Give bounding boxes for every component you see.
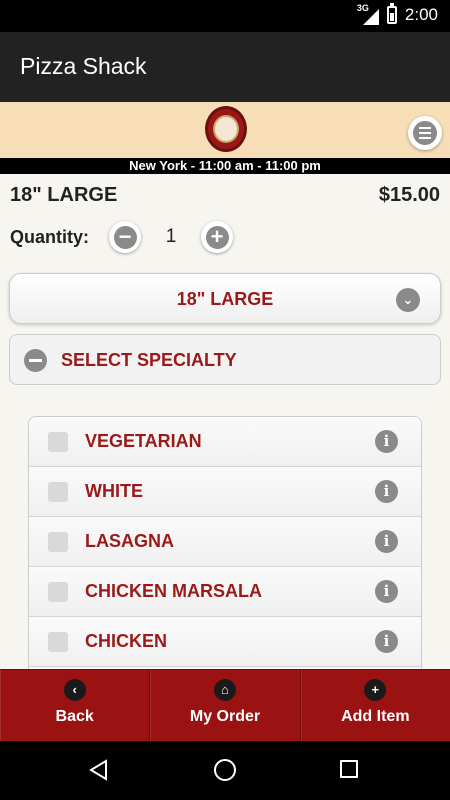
specialty-label: CHICKEN MARSALA (85, 581, 262, 601)
specialty-label: LASAGNA (85, 531, 174, 551)
app-bar: Pizza Shack (0, 32, 450, 102)
plus-icon: + (364, 679, 387, 701)
app-title: Pizza Shack (20, 53, 147, 79)
back-label: Back (55, 708, 94, 725)
specialty-checkbox[interactable] (48, 432, 68, 452)
list-item[interactable]: WHITE i (29, 467, 421, 517)
info-icon[interactable]: i (375, 430, 398, 453)
menu-icon (413, 121, 437, 145)
specialty-label: WHITE (85, 481, 143, 501)
plus-icon: + (205, 225, 229, 249)
quantity-value: 1 (165, 226, 177, 247)
status-bar: 3G 2:00 (0, 0, 450, 32)
item-size-title: 18" LARGE (10, 184, 118, 206)
chevron-left-icon: ‹ (63, 679, 86, 701)
specialty-checkbox[interactable] (48, 632, 68, 652)
size-dropdown[interactable]: 18" LARGE ⌄ (9, 273, 441, 324)
add-item-button[interactable]: + Add Item (301, 670, 450, 741)
list-item[interactable]: LASAGNA i (29, 517, 421, 567)
increase-quantity-button[interactable]: + (201, 221, 233, 253)
bottom-action-bar: ‹ Back ⌂ My Order + Add Item (0, 669, 450, 741)
item-header: 18" LARGE $15.00 (10, 184, 440, 210)
list-item[interactable]: VEGETARIAN i (29, 417, 421, 467)
chevron-down-icon: ⌄ (396, 288, 420, 312)
item-price: $15.00 (378, 184, 440, 206)
location-hours: New York - 11:00 am - 11:00 pm (0, 158, 450, 174)
clock: 2:00 (404, 5, 438, 24)
home-icon: ⌂ (213, 679, 236, 701)
my-order-button[interactable]: ⌂ My Order (150, 670, 301, 741)
minus-icon: − (113, 225, 137, 249)
my-order-label: My Order (189, 708, 261, 725)
nav-home-icon[interactable] (214, 759, 236, 781)
info-icon[interactable]: i (375, 580, 398, 603)
select-specialty-label: SELECT SPECIALTY (61, 350, 237, 370)
decrease-quantity-button[interactable]: − (109, 221, 141, 253)
back-button[interactable]: ‹ Back (0, 670, 151, 741)
nav-recents-icon[interactable] (340, 760, 358, 778)
select-specialty-header[interactable]: SELECT SPECIALTY (9, 334, 441, 385)
collapse-icon (24, 349, 47, 372)
specialty-list: VEGETARIAN i WHITE i LASAGNA i CHICKEN M… (28, 416, 422, 670)
specialty-label: VEGETARIAN (85, 431, 202, 451)
add-item-label: Add Item (341, 708, 410, 725)
specialty-checkbox[interactable] (48, 482, 68, 502)
cell-signal-icon: 3G (357, 3, 379, 25)
quantity-stepper: Quantity: − 1 + (10, 221, 233, 253)
info-icon[interactable]: i (375, 630, 398, 653)
specialty-label: CHICKEN (85, 631, 168, 651)
size-dropdown-value: 18" LARGE (176, 289, 274, 309)
system-nav-bar (0, 741, 450, 800)
info-icon[interactable]: i (375, 530, 398, 553)
nav-back-icon[interactable] (88, 759, 110, 781)
info-icon[interactable]: i (375, 480, 398, 503)
specialty-checkbox[interactable] (48, 532, 68, 552)
restaurant-logo-icon (205, 106, 247, 152)
list-item[interactable]: CHICKEN i (29, 617, 421, 667)
restaurant-banner (0, 102, 450, 158)
specialty-checkbox[interactable] (48, 582, 68, 602)
menu-button[interactable] (408, 116, 442, 150)
list-item[interactable]: CHICKEN MARSALA i (29, 567, 421, 617)
battery-icon (386, 3, 397, 24)
quantity-label: Quantity: (10, 226, 89, 247)
